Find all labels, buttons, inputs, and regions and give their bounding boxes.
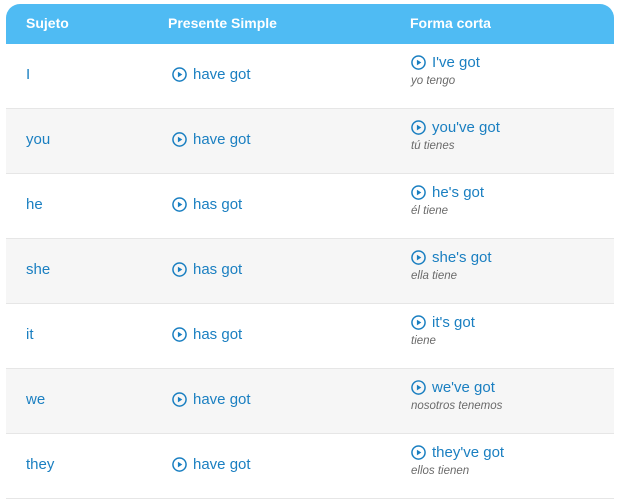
table-row: it has got it's got tiene — [6, 304, 614, 369]
translation-text: él tiene — [411, 205, 449, 217]
play-circle-icon[interactable] — [411, 445, 426, 460]
short-audio-button[interactable]: we've got — [411, 379, 502, 396]
translation-text: nosotros tenemos — [411, 400, 503, 412]
subject-cell: it — [26, 326, 34, 343]
present-form-text: has got — [193, 261, 243, 278]
translation-text: tú tienes — [411, 140, 455, 152]
present-audio-button[interactable]: has got — [172, 261, 242, 278]
short-form-text: I've got — [432, 54, 480, 71]
short-form-cell: they've got ellos tienen — [411, 444, 504, 477]
play-circle-icon[interactable] — [411, 185, 426, 200]
short-form-cell: you've got tú tienes — [411, 119, 500, 152]
subject-cell: she — [26, 261, 51, 278]
play-circle-icon[interactable] — [172, 197, 187, 212]
short-form-text: they've got — [432, 444, 505, 461]
header-present-simple: Presente Simple — [168, 15, 277, 31]
present-audio-button[interactable]: have got — [172, 456, 251, 473]
play-circle-icon[interactable] — [172, 457, 187, 472]
header-subject: Sujeto — [26, 15, 69, 31]
table-header: Sujeto Presente Simple Forma corta — [6, 4, 614, 44]
translation-text: yo tengo — [411, 75, 456, 87]
present-form-text: have got — [193, 456, 251, 473]
play-circle-icon[interactable] — [411, 250, 426, 265]
translation-text: tiene — [411, 335, 436, 347]
subject-cell: you — [26, 131, 51, 148]
header-short-form: Forma corta — [410, 15, 491, 31]
short-form-cell: it's got tiene — [411, 314, 475, 347]
subject-cell: I — [26, 66, 31, 83]
table-row: we have got we've got nosotros tenemos — [6, 369, 614, 434]
short-audio-button[interactable]: they've got — [411, 444, 504, 461]
play-circle-icon[interactable] — [172, 327, 187, 342]
short-audio-button[interactable]: I've got — [411, 54, 480, 71]
play-circle-icon[interactable] — [411, 315, 426, 330]
short-form-text: we've got — [432, 379, 495, 396]
table-row: I have got I've got yo tengo — [6, 44, 614, 109]
short-audio-button[interactable]: it's got — [411, 314, 475, 331]
play-circle-icon[interactable] — [411, 380, 426, 395]
play-circle-icon[interactable] — [411, 55, 426, 70]
subject-cell: he — [26, 196, 43, 213]
table-row: she has got she's got ella tiene — [6, 239, 614, 304]
short-form-text: he's got — [432, 184, 485, 201]
play-circle-icon[interactable] — [172, 67, 187, 82]
present-audio-button[interactable]: have got — [172, 66, 251, 83]
present-form-text: has got — [193, 196, 243, 213]
present-audio-button[interactable]: has got — [172, 196, 242, 213]
present-audio-button[interactable]: have got — [172, 391, 251, 408]
short-form-cell: she's got ella tiene — [411, 249, 492, 282]
short-form-text: she's got — [432, 249, 492, 266]
table-row: you have got you've got tú tienes — [6, 109, 614, 174]
play-circle-icon[interactable] — [411, 120, 426, 135]
present-audio-button[interactable]: has got — [172, 326, 242, 343]
subject-cell: we — [26, 391, 46, 408]
short-audio-button[interactable]: he's got — [411, 184, 484, 201]
short-audio-button[interactable]: you've got — [411, 119, 500, 136]
present-form-text: have got — [193, 66, 251, 83]
present-form-text: have got — [193, 131, 251, 148]
short-form-cell: I've got yo tengo — [411, 54, 480, 87]
present-form-text: has got — [193, 326, 243, 343]
short-form-text: you've got — [432, 119, 500, 136]
play-circle-icon[interactable] — [172, 262, 187, 277]
present-audio-button[interactable]: have got — [172, 131, 251, 148]
translation-text: ella tiene — [411, 270, 458, 282]
play-circle-icon[interactable] — [172, 392, 187, 407]
translation-text: ellos tienen — [411, 465, 470, 477]
conjugation-table: Sujeto Presente Simple Forma corta I hav… — [6, 4, 614, 499]
subject-cell: they — [26, 456, 55, 473]
present-form-text: have got — [193, 391, 251, 408]
short-form-cell: he's got él tiene — [411, 184, 484, 217]
table-row: they have got they've got ellos tienen — [6, 434, 614, 499]
short-form-cell: we've got nosotros tenemos — [411, 379, 502, 412]
table-row: he has got he's got él tiene — [6, 174, 614, 239]
short-form-text: it's got — [432, 314, 475, 331]
short-audio-button[interactable]: she's got — [411, 249, 492, 266]
play-circle-icon[interactable] — [172, 132, 187, 147]
